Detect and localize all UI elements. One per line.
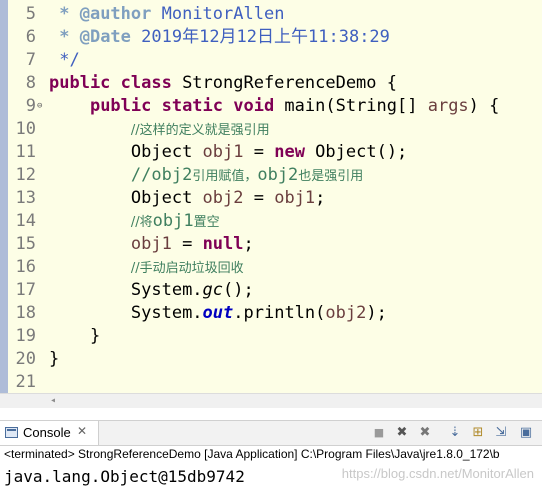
local-variable: obj1 <box>202 142 244 162</box>
remove-all-launches-icon[interactable]: ✖ <box>416 424 434 442</box>
terminate-icon[interactable]: ■ <box>370 424 388 442</box>
code-line-15: obj1 = null; <box>49 233 254 256</box>
console-icon <box>5 427 18 438</box>
method-call: .println( <box>233 303 326 323</box>
type-name: Object <box>130 142 203 162</box>
local-variable: obj2 <box>202 188 244 208</box>
open-console-icon[interactable]: ▣ <box>517 424 535 442</box>
line-comment: 也是强引用 <box>298 169 364 184</box>
line-number: 21 <box>15 372 36 392</box>
line-number: 8 <box>25 73 36 93</box>
line-number: 14 <box>15 211 36 231</box>
line-number: 9 <box>25 96 36 116</box>
keyword: null <box>202 234 244 254</box>
code-line-17: System.gc(); <box>49 279 254 302</box>
semicolon: ; <box>243 234 254 254</box>
line-comment: //这样的定义就是强引用 <box>130 123 270 138</box>
pin-console-icon[interactable]: ⊞ <box>469 424 487 442</box>
scroll-lock-icon[interactable]: ⇣ <box>446 424 464 442</box>
code-line-8: public class StrongReferenceDemo { <box>49 72 397 95</box>
tab-console[interactable]: Console ✕ <box>0 421 99 445</box>
javadoc-text: MonitorAllen <box>151 4 285 24</box>
call-parens: (); <box>223 280 254 300</box>
code-line-12: //obj2引用赋值，obj2也是强引用 <box>49 164 363 187</box>
operator: = <box>243 142 275 162</box>
static-field: out <box>202 303 234 323</box>
line-number: 5 <box>25 4 36 24</box>
line-number: 7 <box>25 50 36 70</box>
operator: = <box>171 234 203 254</box>
javadoc-tag: * @author <box>59 4 152 24</box>
line-comment: // <box>130 165 152 185</box>
line-number: 18 <box>15 303 36 323</box>
closing-brace: } <box>49 349 60 369</box>
code-line-16: //手动启动垃圾回收 <box>49 256 244 279</box>
javadoc-end: */ <box>59 50 80 70</box>
line-number: 17 <box>15 280 36 300</box>
code-line-5: * @author MonitorAllen <box>49 3 284 26</box>
closing-brace: } <box>89 326 101 346</box>
line-number: 16 <box>15 257 36 277</box>
fold-toggle-icon[interactable]: ⊖ <box>37 102 46 111</box>
keyword: public class <box>49 73 172 93</box>
word-wrap-icon[interactable]: ⇲ <box>492 424 510 442</box>
line-comment: obj1 <box>152 211 194 231</box>
line-number: 20 <box>15 349 36 369</box>
semicolon: ; <box>315 188 326 208</box>
code-line-6: * @Date 2019年12月12日上午11:38:29 <box>49 26 390 49</box>
line-number: 15 <box>15 234 36 254</box>
remove-launch-icon[interactable]: ✖ <box>393 424 411 442</box>
parameter: args <box>427 96 469 116</box>
line-comment: obj2 <box>151 165 193 185</box>
line-number: 11 <box>15 142 36 162</box>
code-line-10: //这样的定义就是强引用 <box>49 118 270 141</box>
annotation-ruler <box>0 0 8 393</box>
local-variable: obj2 <box>325 303 367 323</box>
constructor-call: Object(); <box>304 142 408 162</box>
local-variable: obj1 <box>274 188 316 208</box>
horizontal-scrollbar[interactable]: ◂ <box>0 393 542 408</box>
method-signature: main(String[] <box>274 96 428 116</box>
code-line-7: */ <box>49 49 80 72</box>
method-signature-end: ) { <box>468 96 500 116</box>
class-reference: System. <box>130 280 203 300</box>
code-line-9: public static void main(String[] args) { <box>49 95 499 118</box>
line-comment: obj2 <box>257 165 299 185</box>
code-editor[interactable]: 5 6 7 8 9 10 11 12 13 14 15 16 17 18 19 … <box>0 0 542 393</box>
type-name: Object <box>130 188 203 208</box>
console-status: <terminated> StrongReferenceDemo [Java A… <box>4 447 500 461</box>
keyword: new <box>274 142 305 162</box>
code-line-14: //将obj1置空 <box>49 210 220 233</box>
line-comment: 引用赋值， <box>192 169 258 184</box>
line-number: 13 <box>15 188 36 208</box>
line-number: 19 <box>15 326 36 346</box>
javadoc-tag: * @Date <box>59 27 131 47</box>
class-declaration: StrongReferenceDemo { <box>171 73 397 93</box>
local-variable: obj1 <box>130 234 172 254</box>
class-reference: System. <box>130 303 203 323</box>
code-line-18: System.out.println(obj2); <box>49 302 387 325</box>
line-number: 12 <box>15 165 36 185</box>
code-line-19: } <box>49 325 100 348</box>
code-line-13: Object obj2 = obj1; <box>49 187 326 210</box>
code-line-20: } <box>49 348 59 371</box>
line-number: 10 <box>15 119 36 139</box>
line-number: 6 <box>25 27 36 47</box>
scroll-left-icon[interactable]: ◂ <box>50 394 56 408</box>
keyword: public static void <box>89 96 275 116</box>
line-comment: 置空 <box>193 215 220 230</box>
operator: = <box>243 188 275 208</box>
javadoc-text: 2019年12月12日上午11:38:29 <box>130 27 390 47</box>
code-line-11: Object obj1 = new Object(); <box>49 141 407 164</box>
line-comment: //手动启动垃圾回收 <box>130 261 244 276</box>
console-view-toolbar: Console ✕ ■ ✖ ✖ ⇣ ⊞ ⇲ ▣ <box>0 420 542 446</box>
static-method: gc <box>202 280 224 300</box>
call-end: ); <box>366 303 387 323</box>
close-icon[interactable]: ✕ <box>77 424 87 438</box>
line-comment: //将 <box>130 215 153 230</box>
console-tab-label: Console <box>23 425 71 440</box>
watermark: https://blog.csdn.net/MonitorAllen <box>341 466 534 481</box>
